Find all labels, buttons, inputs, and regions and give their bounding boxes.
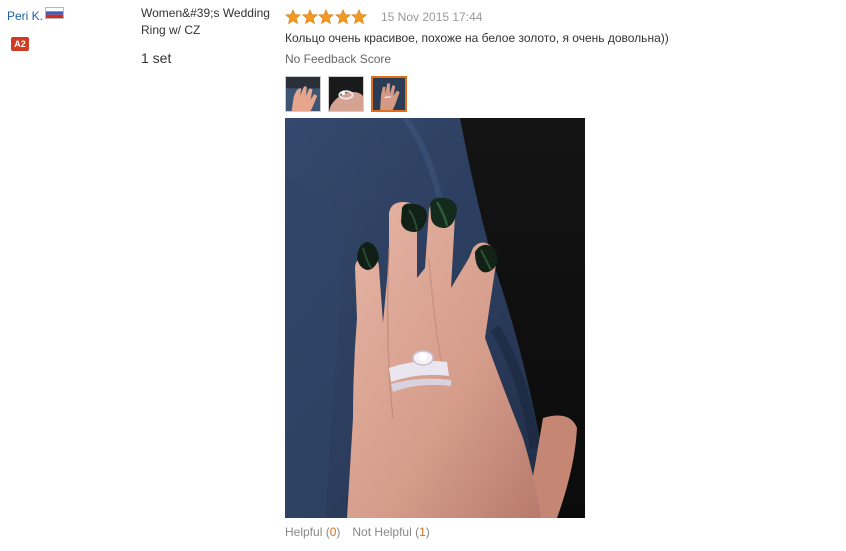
ring-closeup-thumbnail[interactable] (328, 76, 364, 112)
product-quantity: 1 set (141, 50, 172, 66)
photo-thumbnails (285, 76, 845, 112)
reviewer-name-link[interactable]: Peri K. (7, 9, 43, 23)
star-icon (351, 9, 367, 25)
hand-with-ring-thumbnail[interactable] (371, 76, 407, 112)
helpful-vote-link[interactable]: Helpful (0) (285, 525, 340, 539)
review-text: Кольцо очень красивое, похоже на белое з… (285, 31, 669, 45)
not-helpful-close-paren: ) (425, 525, 430, 539)
product-info: Women&#39;s Wedding Ring w/ CZ 1 set (141, 5, 276, 66)
feedback-score: No Feedback Score (285, 52, 392, 66)
not-helpful-label: Not Helpful (352, 525, 412, 539)
review-date: 15 Nov 2015 17:44 (381, 10, 483, 24)
reviewer-line: Peri K. (7, 7, 127, 24)
rating-row: 15 Nov 2015 17:44 (285, 7, 845, 27)
vote-row: Helpful (0) Not Helpful (1) (285, 525, 845, 539)
star-rating (285, 9, 367, 25)
helpful-label: Helpful (285, 525, 323, 539)
star-icon (301, 9, 318, 25)
helpful-close-paren: ) (336, 525, 341, 539)
not-helpful-count: 1 (419, 525, 426, 539)
product-name: Women&#39;s Wedding Ring w/ CZ (141, 6, 270, 37)
star-icon (285, 9, 301, 25)
not-helpful-vote-link[interactable]: Not Helpful (1) (352, 525, 429, 539)
reviewer-info: Peri K. A2 (7, 7, 127, 51)
review-content: 15 Nov 2015 17:44 Кольцо очень красивое,… (285, 7, 845, 539)
review-photo[interactable] (285, 118, 585, 518)
buyer-level-badge: A2 (11, 37, 29, 51)
russia-flag-icon (45, 7, 65, 19)
hand-photo-thumbnail[interactable] (285, 76, 321, 112)
star-icon (318, 9, 334, 25)
star-icon (334, 9, 351, 25)
